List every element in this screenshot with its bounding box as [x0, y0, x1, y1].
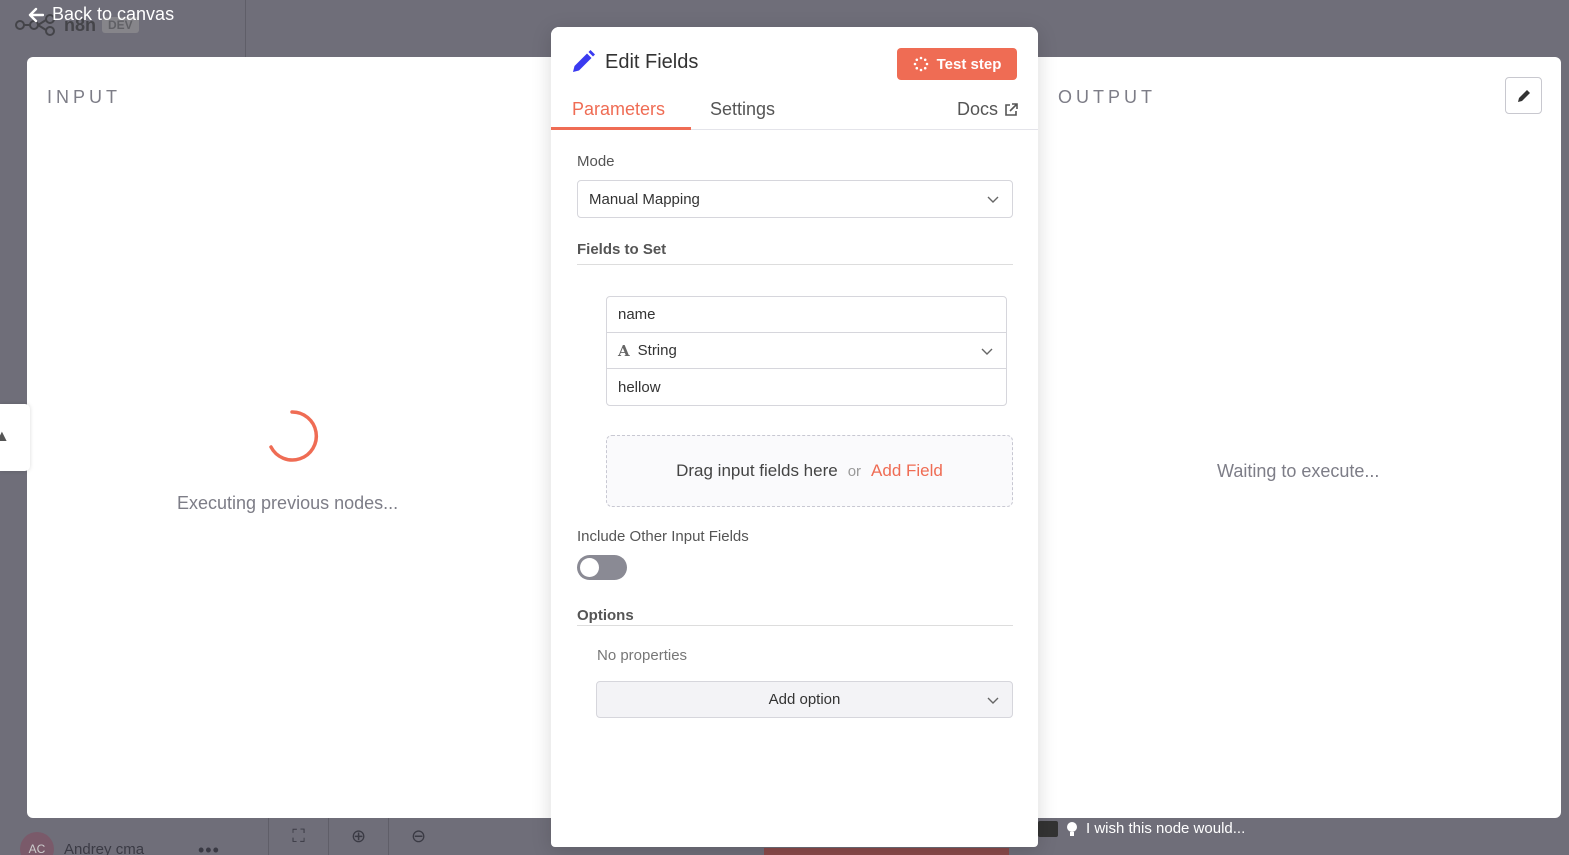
chevron-down-icon	[987, 196, 999, 203]
field-value-input[interactable]: hellow	[607, 369, 1006, 405]
field-assignment: name A String hellow	[606, 296, 1007, 406]
section-divider	[577, 625, 1013, 626]
node-title[interactable]: Edit Fields	[605, 51, 698, 74]
fit-view-icon: ⛶	[268, 818, 328, 855]
drop-hint: Drag input fields here	[676, 461, 838, 480]
external-link-icon	[1005, 102, 1018, 116]
arrow-left-icon	[28, 7, 44, 22]
test-step-button[interactable]: Test step	[897, 48, 1017, 80]
test-step-label: Test step	[936, 55, 1002, 73]
field-name-input[interactable]: name	[607, 297, 1006, 333]
field-name-value: name	[618, 306, 656, 323]
zoom-in-icon: ⊕	[328, 818, 388, 855]
mode-label: Mode	[577, 153, 615, 170]
feedback-bar[interactable]: I wish this node would...	[1038, 820, 1245, 837]
input-panel-title: INPUT	[47, 87, 121, 107]
loading-spinner-icon	[269, 410, 319, 462]
chevron-down-icon	[981, 348, 993, 355]
toggle-knob	[580, 558, 599, 577]
include-other-label: Include Other Input Fields	[577, 528, 749, 545]
feedback-marker	[1038, 820, 1058, 837]
header-divider	[245, 0, 246, 57]
field-type-select[interactable]: A String	[607, 333, 1006, 369]
lightbulb-icon	[1067, 821, 1077, 836]
section-divider	[577, 264, 1013, 265]
user-name: Andrey cma	[64, 840, 145, 855]
field-drop-zone[interactable]: Drag input fields here or Add Field	[606, 435, 1013, 507]
back-to-canvas-link[interactable]: Back to canvas	[28, 4, 174, 25]
chevron-down-icon	[987, 697, 999, 704]
add-field-link[interactable]: Add Field	[871, 461, 943, 481]
field-value-text: hellow	[618, 378, 661, 396]
tab-settings[interactable]: Settings	[710, 99, 775, 120]
add-option-select[interactable]: Add option	[596, 681, 1013, 718]
fields-to-set-heading: Fields to Set	[577, 241, 667, 258]
output-panel-title: OUTPUT	[1058, 87, 1156, 107]
input-status-text: Executing previous nodes...	[177, 493, 399, 513]
field-type-value: String	[637, 342, 677, 359]
execute-workflow-button-backdrop	[764, 848, 1009, 855]
drag-handle-tab[interactable]: ▲	[0, 404, 30, 471]
feedback-text: I wish this node would...	[1086, 820, 1246, 837]
user-menu: AC Andrey cma	[20, 832, 144, 855]
output-status-text: Waiting to execute...	[1217, 461, 1380, 481]
pencil-icon	[1517, 89, 1530, 102]
tab-parameters[interactable]: Parameters	[572, 99, 665, 120]
more-icon: •••	[198, 840, 220, 855]
edit-output-button[interactable]	[1505, 77, 1542, 114]
dialog-header: Edit Fields Test step Parameters Setting…	[551, 27, 1038, 130]
avatar: AC	[20, 832, 54, 855]
add-option-label: Add option	[768, 691, 841, 708]
options-heading: Options	[577, 607, 634, 624]
mode-value: Manual Mapping	[589, 190, 700, 208]
or-separator: or	[847, 462, 862, 480]
canvas-zoom-toolbar: ⛶ ⊕ ⊖	[268, 818, 448, 855]
docs-label: Docs	[957, 99, 999, 119]
caret-left-icon: ▲	[0, 428, 10, 445]
back-to-canvas-label: Back to canvas	[52, 4, 175, 24]
spinner-icon	[913, 56, 928, 72]
active-tab-indicator	[551, 127, 691, 130]
pencil-icon	[573, 50, 595, 72]
string-type-icon: A	[618, 341, 630, 360]
node-settings-dialog: Edit Fields Test step Parameters Setting…	[551, 27, 1038, 847]
no-properties-text: No properties	[597, 647, 688, 664]
zoom-out-icon: ⊖	[388, 818, 448, 855]
include-other-toggle[interactable]	[577, 555, 627, 580]
tab-docs[interactable]: Docs	[957, 99, 1018, 120]
mode-select[interactable]: Manual Mapping	[577, 180, 1013, 218]
